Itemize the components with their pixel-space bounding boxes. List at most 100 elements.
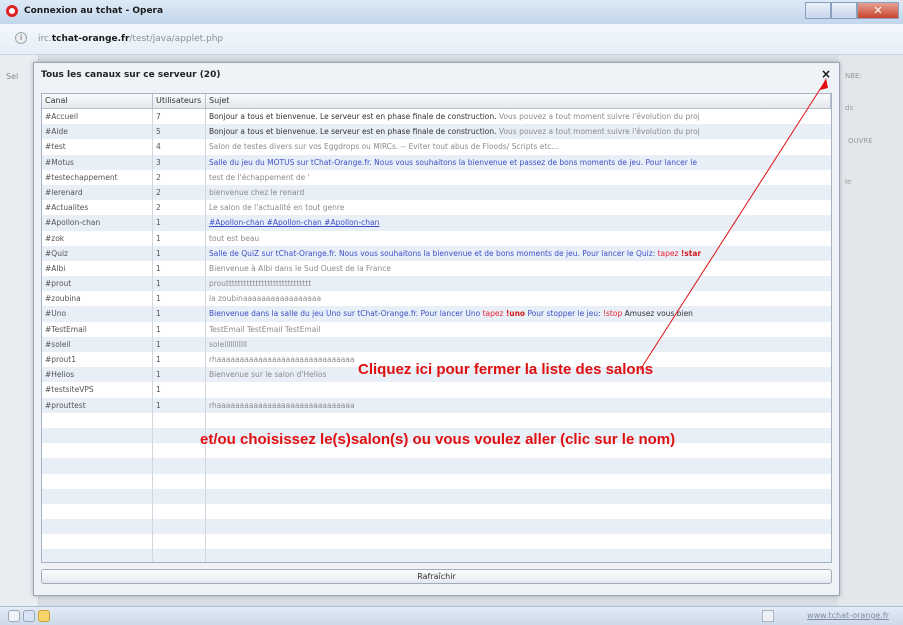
table-row[interactable]: #Quiz 1 Salle de QuiZ sur tChat-Orange.f… <box>42 245 831 261</box>
column-header-sujet[interactable]: Sujet <box>206 94 831 108</box>
smiley-icon[interactable] <box>38 610 50 622</box>
channel-name[interactable]: #Apollon-chan <box>42 215 153 231</box>
channel-table: Canal Utilisateurs Sujet #Accueil 7 Bonj… <box>41 93 832 563</box>
refresh-button[interactable]: Rafraîchir <box>41 569 832 584</box>
topic-command: !uno <box>505 309 526 319</box>
table-row[interactable]: #Accueil 7 Bonjour a tous et bienvenue. … <box>42 109 831 125</box>
table-row[interactable]: #TestEmail 1 TestEmail TestEmail TestEma… <box>42 321 831 337</box>
empty-cell <box>206 534 831 549</box>
user-count: 1 <box>153 215 206 231</box>
user-count: 2 <box>153 184 206 201</box>
choose-hint-annotation: et/ou choisissez le(s)salon(s) ou vous v… <box>200 431 676 448</box>
minimize-button[interactable] <box>805 2 831 19</box>
channel-name[interactable]: #Motus <box>42 154 153 170</box>
empty-cell <box>42 503 153 520</box>
window-title: Connexion au tchat - Opera <box>24 6 164 16</box>
channel-name[interactable]: #Albi <box>42 260 153 277</box>
column-header-canal[interactable]: Canal <box>42 94 153 108</box>
user-count: 1 <box>153 306 206 322</box>
table-row[interactable]: #Actualites 2 Le salon de l'actualité en… <box>42 200 831 216</box>
column-header-users[interactable]: Utilisateurs <box>153 94 206 108</box>
address-bar: i irc.tchat-orange.fr/test/java/applet.p… <box>0 24 903 55</box>
table-row[interactable]: #Apollon-chan 1 #Apollon-chan #Apollon-c… <box>42 215 831 231</box>
channel-name[interactable]: #zoubina <box>42 291 153 307</box>
user-count: 1 <box>153 382 206 398</box>
channel-name[interactable]: #TestEmail <box>42 321 153 337</box>
window-controls: ✕ <box>805 2 899 20</box>
maximize-button[interactable] <box>831 2 857 19</box>
empty-row <box>42 458 831 474</box>
user-count: 1 <box>153 276 206 292</box>
channel-topic: Bienvenue à Albi dans le Sud Ouest de la… <box>209 263 391 273</box>
empty-row <box>42 503 831 520</box>
empty-cell <box>42 443 153 459</box>
channel-name[interactable]: #Uno <box>42 306 153 322</box>
channel-name[interactable]: #Helios <box>42 367 153 383</box>
empty-cell <box>153 549 206 562</box>
channel-topic: soleillllllllll <box>209 339 248 349</box>
channel-name[interactable]: #prout1 <box>42 352 153 368</box>
table-row[interactable]: #Uno 1 Bienvenue dans la salle du jeu Un… <box>42 306 831 322</box>
url-field[interactable]: irc.tchat-orange.fr/test/java/applet.php <box>38 34 223 44</box>
table-row[interactable]: #soleil 1 soleillllllllll <box>42 336 831 352</box>
empty-cell <box>153 427 206 444</box>
channel-name[interactable]: #test <box>42 139 153 155</box>
topic-stop-command: !stop <box>603 309 623 319</box>
close-dialog-button[interactable]: × <box>821 67 831 81</box>
channel-name[interactable]: #testechappement <box>42 169 153 185</box>
user-count: 1 <box>153 260 206 277</box>
empty-cell <box>42 458 153 474</box>
network-icon[interactable] <box>23 610 35 622</box>
page-left-label: Sel <box>6 72 19 81</box>
user-count: 4 <box>153 139 206 155</box>
window-titlebar: Connexion au tchat - Opera ✕ <box>0 0 903 25</box>
table-row[interactable]: #prouttest 1 rhaaaaaaaaaaaaaaaaaaaaaaaaa… <box>42 397 831 413</box>
table-row[interactable]: #prout 1 prouttttttttttttttttttttttttttt… <box>42 276 831 292</box>
empty-cell <box>206 458 831 473</box>
table-row[interactable]: #testechappement 2 test de l'échappement… <box>42 169 831 185</box>
channel-name[interactable]: #lerenard <box>42 184 153 201</box>
empty-cell <box>42 534 153 550</box>
table-row[interactable]: #lerenard 2 bienvenue chez le renard <box>42 184 831 201</box>
close-hint-annotation: Cliquez ici pour fermer la liste des sal… <box>358 361 654 378</box>
channel-name[interactable]: #Aide <box>42 124 153 140</box>
table-row[interactable]: #Aide 5 Bonjour a tous et bienvenue. Le … <box>42 124 831 140</box>
channel-name[interactable]: #zok <box>42 230 153 246</box>
channel-name[interactable]: #testsiteVPS <box>42 382 153 398</box>
table-row[interactable]: #Albi 1 Bienvenue à Albi dans le Sud Oue… <box>42 260 831 277</box>
channel-name[interactable]: #Actualites <box>42 200 153 216</box>
channel-name[interactable]: #prouttest <box>42 397 153 413</box>
channel-topic: rhaaaaaaaaaaaaaaaaaaaaaaaaaaaaaa <box>209 400 355 410</box>
panel-toggle-icon[interactable] <box>8 610 20 622</box>
channel-name[interactable]: #Accueil <box>42 109 153 125</box>
table-row[interactable]: #zok 1 tout est beau <box>42 230 831 246</box>
user-count: 1 <box>153 336 206 352</box>
window-close-button[interactable]: ✕ <box>857 2 899 19</box>
table-row[interactable]: #testsiteVPS 1 <box>42 382 831 398</box>
empty-cell <box>153 534 206 550</box>
empty-cell <box>153 443 206 459</box>
opera-logo-icon <box>6 5 18 17</box>
status-field[interactable] <box>762 610 774 622</box>
empty-cell <box>42 549 153 562</box>
table-row[interactable]: #test 4 Salon de testes divers sur vos E… <box>42 139 831 155</box>
status-link[interactable]: www.tchat-orange.fr <box>807 611 889 620</box>
channel-name[interactable]: #soleil <box>42 336 153 352</box>
channel-topic: Bonjour a tous et bienvenue. Le serveur … <box>206 109 831 124</box>
user-count: 1 <box>153 230 206 246</box>
user-count: 2 <box>153 200 206 216</box>
empty-row <box>42 412 831 428</box>
channel-name[interactable]: #prout <box>42 276 153 292</box>
page-right-label: OUVRE <box>848 137 873 145</box>
user-count: 1 <box>153 291 206 307</box>
channel-topic: test de l'échappement de ' <box>209 172 310 182</box>
topic-command-hint: tapez <box>482 309 506 319</box>
table-row[interactable]: #zoubina 1 la zoubinaaaaaaaaaaaaaaaaa <box>42 291 831 307</box>
channel-topic: bienvenue chez le renard <box>209 187 305 197</box>
channel-name[interactable]: #Quiz <box>42 245 153 261</box>
table-row[interactable]: #Motus 3 Salle du jeu du MOTUS sur tChat… <box>42 154 831 170</box>
empty-cell <box>153 458 206 474</box>
channel-list-dialog: Tous les canaux sur ce serveur (20) × Ca… <box>33 62 840 596</box>
site-info-icon[interactable]: i <box>15 32 27 44</box>
topic-text-tail: Amusez vous bien <box>622 309 693 319</box>
